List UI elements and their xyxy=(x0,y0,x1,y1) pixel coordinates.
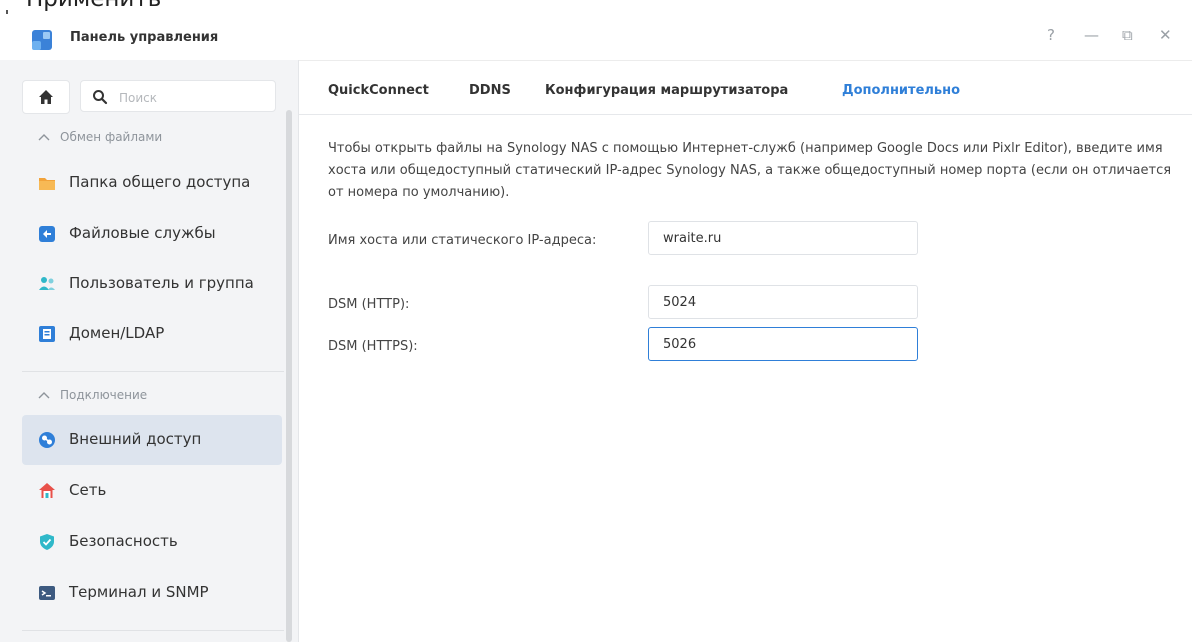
description-text: Чтобы открыть файлы на Synology NAS с по… xyxy=(328,141,1172,200)
tab-bar: QuickConnect DDNS Конфигурация маршрутиз… xyxy=(299,60,1192,115)
sidebar-item-file-services[interactable]: Файловые службы xyxy=(22,209,282,259)
chevron-up-icon xyxy=(38,134,50,141)
http-port-field[interactable] xyxy=(648,285,918,319)
network-house-icon xyxy=(39,483,55,498)
sidebar-item-label: Папка общего доступа xyxy=(69,173,251,191)
section-file-sharing[interactable]: Обмен файлами xyxy=(38,130,163,144)
home-icon xyxy=(39,90,53,104)
restore-icon[interactable]: ⧉ xyxy=(1122,26,1133,44)
terminal-icon xyxy=(39,586,55,600)
sidebar-item-label: Безопасность xyxy=(69,532,178,550)
sidebar: Обмен файлами Папка общего доступа Файло… xyxy=(0,60,299,642)
sidebar-item-label: Внешний доступ xyxy=(69,430,202,448)
title-bar: Панель управления ? — ⧉ ✕ xyxy=(0,14,1192,61)
section-label: Обмен файлами xyxy=(60,130,163,144)
folder-icon xyxy=(39,178,55,190)
https-port-field[interactable] xyxy=(648,327,918,361)
sidebar-item-security[interactable]: Безопасность xyxy=(22,517,282,567)
sidebar-item-external-access[interactable]: Внешний доступ xyxy=(22,415,282,465)
tab-quickconnect[interactable]: QuickConnect xyxy=(328,83,429,98)
tab-router-configuration[interactable]: Конфигурация маршрутизатора xyxy=(545,83,788,98)
chevron-up-icon xyxy=(38,392,50,399)
search-box[interactable] xyxy=(80,80,276,112)
domain-icon xyxy=(39,326,55,342)
sidebar-scrollbar[interactable] xyxy=(286,110,292,642)
minimize-icon[interactable]: — xyxy=(1084,26,1099,44)
search-input[interactable] xyxy=(117,87,271,109)
users-icon xyxy=(39,277,55,290)
tab-ddns[interactable]: DDNS xyxy=(469,83,511,98)
https-port-label: DSM (HTTPS): xyxy=(328,339,418,354)
window-title: Панель управления xyxy=(70,30,219,45)
sidebar-item-label: Сеть xyxy=(69,481,107,499)
search-icon xyxy=(93,90,108,105)
sidebar-divider xyxy=(22,630,284,631)
sidebar-item-label: Терминал и SNMP xyxy=(69,583,209,601)
file-services-icon xyxy=(39,226,55,242)
sidebar-item-label: Пользователь и группа xyxy=(69,274,254,292)
http-port-label: DSM (HTTP): xyxy=(328,297,410,312)
sidebar-item-label: Файловые службы xyxy=(69,224,216,242)
section-label: Подключение xyxy=(60,388,148,402)
sidebar-item-network[interactable]: Сеть xyxy=(22,466,282,516)
sidebar-item-domain-ldap[interactable]: Домен/LDAP xyxy=(22,309,282,359)
external-access-icon xyxy=(39,432,55,448)
sidebar-item-label: Домен/LDAP xyxy=(69,324,165,342)
section-connectivity[interactable]: Подключение xyxy=(38,388,148,402)
sidebar-item-users-groups[interactable]: Пользователь и группа xyxy=(22,259,282,309)
shield-icon xyxy=(40,534,54,550)
hostname-label: Имя хоста или статического IP-адреса: xyxy=(328,233,597,248)
home-button[interactable] xyxy=(22,80,70,114)
tab-advanced[interactable]: Дополнительно xyxy=(842,83,960,98)
sidebar-item-terminal-snmp[interactable]: Терминал и SNMP xyxy=(22,568,282,618)
control-panel-icon xyxy=(32,30,52,50)
sidebar-item-shared-folder[interactable]: Папка общего доступа xyxy=(22,158,282,208)
close-icon[interactable]: ✕ xyxy=(1159,26,1172,44)
sidebar-divider xyxy=(22,371,284,372)
main-panel: QuickConnect DDNS Конфигурация маршрутиз… xyxy=(299,60,1192,642)
apply-button-label[interactable]: Применить xyxy=(26,0,161,12)
help-icon[interactable]: ? xyxy=(1047,26,1055,44)
hostname-field[interactable] xyxy=(648,221,918,255)
